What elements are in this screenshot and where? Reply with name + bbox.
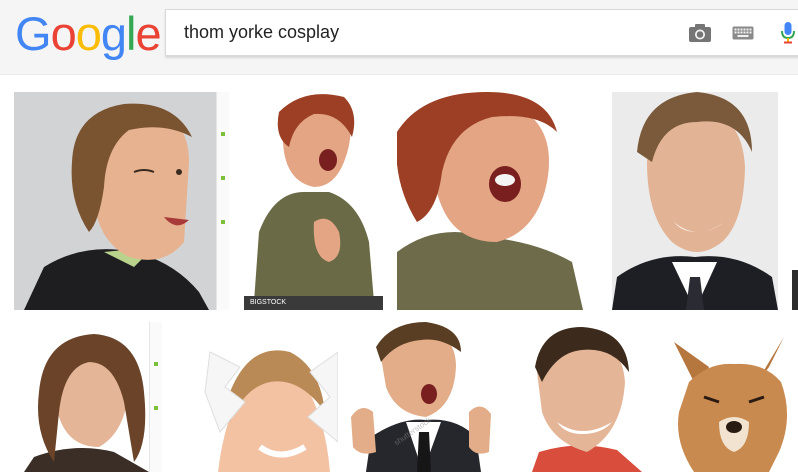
- woman-thumbs-up-image: [244, 92, 383, 310]
- search-input[interactable]: [184, 10, 664, 55]
- logo-letter: o: [50, 7, 77, 60]
- image-result[interactable]: BIGSTOCK: [244, 92, 383, 310]
- image-result[interactable]: [669, 322, 798, 472]
- man-thumbs-up-image: [351, 322, 492, 472]
- logo-letter: l: [125, 7, 137, 60]
- logo-letter: o: [75, 7, 102, 60]
- image-side-strip: [216, 92, 229, 310]
- young-woman-winking-image: [14, 322, 162, 472]
- logo-letter: G: [15, 7, 52, 60]
- dog-winking-image: [669, 322, 798, 472]
- image-side-strip: [149, 322, 162, 472]
- image-result[interactable]: [190, 322, 338, 472]
- image-result[interactable]: [612, 92, 778, 310]
- image-result[interactable]: shutterstock: [351, 322, 492, 472]
- microphone-icon[interactable]: [774, 19, 798, 47]
- logo-letter: g: [100, 7, 127, 60]
- search-header: Google: [0, 0, 798, 75]
- girl-torn-paper-image: [190, 322, 338, 472]
- search-box: [165, 9, 798, 56]
- woman-winking-image: [14, 92, 229, 310]
- woman-closeup-image: [397, 92, 583, 310]
- man-winking-image: [612, 92, 778, 310]
- image-result[interactable]: [14, 92, 229, 310]
- image-result[interactable]: [517, 322, 658, 472]
- young-man-winking-image: [517, 322, 658, 472]
- camera-icon[interactable]: [686, 19, 714, 47]
- stock-watermark-bar: BIGSTOCK: [244, 296, 383, 310]
- image-result[interactable]: [397, 92, 583, 310]
- image-result[interactable]: [14, 322, 162, 472]
- image-result[interactable]: [792, 270, 798, 310]
- google-logo[interactable]: Google: [15, 6, 162, 62]
- keyboard-icon[interactable]: [729, 19, 757, 47]
- logo-letter: e: [135, 7, 161, 60]
